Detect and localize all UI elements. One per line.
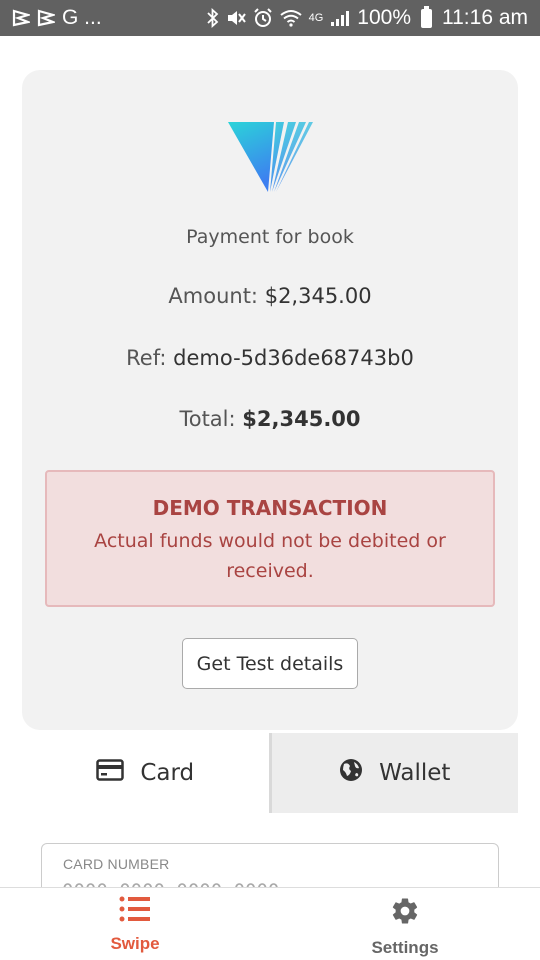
notification-flag-icon <box>12 9 30 27</box>
alert-message: Actual funds would not be debited or rec… <box>94 530 446 582</box>
tab-card-label: Card <box>140 760 195 786</box>
merchant-logo <box>226 118 314 194</box>
payment-description: Payment for book <box>186 226 354 248</box>
amount-label: Amount: <box>168 284 259 308</box>
notification-text: G ... <box>62 6 102 29</box>
total-value: $2,345.00 <box>242 407 361 431</box>
card-number-label: CARD NUMBER <box>63 856 170 872</box>
alarm-icon <box>253 8 273 28</box>
demo-transaction-alert: DEMO TRANSACTION Actual funds would not … <box>45 470 495 607</box>
amount-value: $2,345.00 <box>264 284 372 308</box>
battery-percent: 100% <box>357 6 411 29</box>
notification-area: G ... <box>12 6 102 30</box>
tab-wallet-label: Wallet <box>379 760 451 786</box>
bottom-navigation: Swipe Settings <box>0 887 540 960</box>
tab-wallet[interactable]: Wallet <box>268 733 518 813</box>
nav-swipe-label: Swipe <box>110 934 160 953</box>
network-type: 4G <box>308 11 324 24</box>
clock-time: 11:16 am <box>442 6 528 29</box>
system-icons: 4G 100% 11:16 am <box>206 5 528 30</box>
battery-icon <box>421 5 432 28</box>
total-row: Total: $2,345.00 <box>22 407 518 431</box>
get-test-details-button[interactable]: Get Test details <box>182 638 358 689</box>
globe-icon <box>339 758 363 788</box>
gear-icon <box>390 896 420 931</box>
signal-icon <box>330 9 350 27</box>
nav-item-settings[interactable]: Settings <box>270 888 540 960</box>
notification-flag-icon <box>37 9 55 27</box>
credit-card-icon <box>96 759 125 787</box>
payment-method-tabs: Card Wallet <box>22 733 518 813</box>
list-icon <box>119 896 151 927</box>
total-label: Total: <box>179 407 236 431</box>
nav-settings-label: Settings <box>371 938 439 957</box>
mute-icon <box>226 9 246 27</box>
reference-value: demo-5d36de68743b0 <box>173 346 414 370</box>
wifi-icon <box>279 9 302 27</box>
tab-card[interactable]: Card <box>22 733 269 813</box>
nav-item-swipe[interactable]: Swipe <box>0 888 270 960</box>
reference-row: Ref: demo-5d36de68743b0 <box>22 346 518 370</box>
bluetooth-icon <box>206 8 219 28</box>
reference-label: Ref: <box>126 346 167 370</box>
amount-row: Amount: $2,345.00 <box>22 284 518 308</box>
alert-title: DEMO TRANSACTION <box>152 496 388 520</box>
status-bar: G ... 4G 100% 11:16 am <box>0 0 540 36</box>
